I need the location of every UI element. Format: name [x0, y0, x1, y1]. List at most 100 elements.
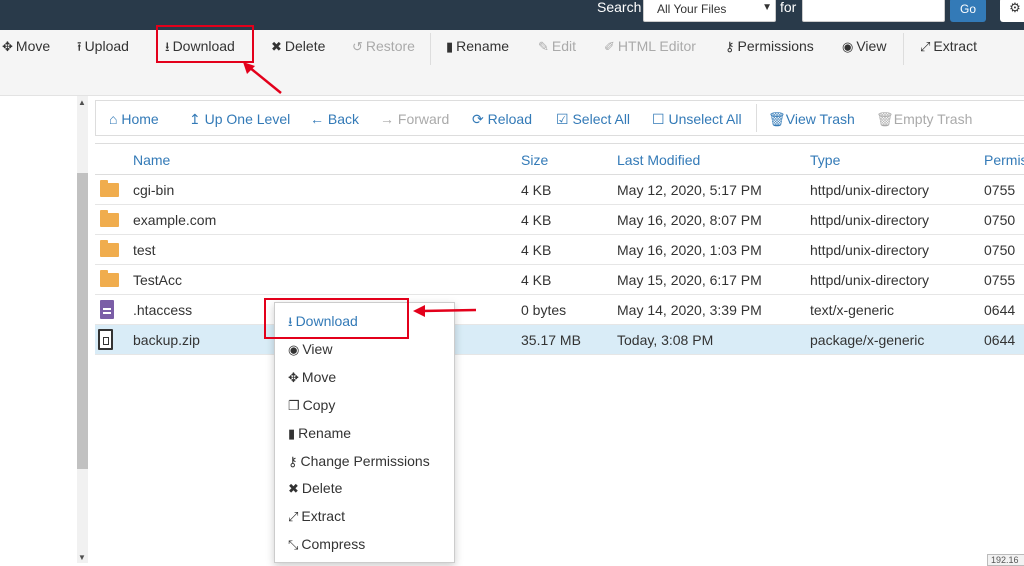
- up-one-level-label: Up One Level: [204, 111, 291, 127]
- move-button[interactable]: ✥ Move: [2, 38, 50, 55]
- context-extract[interactable]: ⤢ Extract: [288, 508, 345, 525]
- html-editor-icon: ✐: [604, 39, 615, 54]
- chevron-down-icon: ▼: [762, 2, 772, 13]
- view-trash-link[interactable]: 🗑View Trash: [768, 111, 855, 128]
- back-label: Back: [327, 111, 360, 127]
- extract-button[interactable]: ⤢ Extract: [920, 38, 977, 55]
- navigation-bar: ⌂ Home ↥ Up One Level ← Back → Forward ⟳…: [95, 100, 1024, 136]
- edit-label: Edit: [551, 38, 577, 54]
- compress-icon: ⤡: [288, 537, 299, 552]
- delete-label: Delete: [284, 38, 326, 54]
- rename-button[interactable]: ▮ Rename: [446, 38, 509, 55]
- delete-icon: ✖: [271, 39, 282, 54]
- settings-button[interactable]: ⚙: [1000, 0, 1024, 22]
- table-row[interactable]: test 4 KB May 16, 2020, 1:03 PM httpd/un…: [95, 235, 1024, 265]
- file-permissions: 0755: [984, 182, 1016, 198]
- file-size: 4 KB: [521, 242, 552, 258]
- file-name: TestAcc: [133, 272, 183, 288]
- file-type: httpd/unix-directory: [810, 242, 930, 258]
- select-all-link[interactable]: ☑ Select All: [556, 111, 630, 128]
- folder-icon: [100, 180, 119, 197]
- search-label: Search: [597, 0, 642, 15]
- column-header-type[interactable]: Type: [810, 152, 840, 168]
- arrow-annotation-icon: [243, 62, 282, 94]
- view-button[interactable]: ◉ View: [842, 38, 886, 55]
- level-up-icon: ↥: [189, 111, 201, 127]
- scroll-down-icon[interactable]: ▼: [78, 553, 86, 562]
- table-row[interactable]: example.com 4 KB May 16, 2020, 8:07 PM h…: [95, 205, 1024, 235]
- html-editor-label: HTML Editor: [617, 38, 696, 54]
- context-rename[interactable]: ▮ Rename: [288, 425, 351, 442]
- select-all-label: Select All: [572, 111, 631, 127]
- file-size: 35.17 MB: [521, 332, 581, 348]
- table-row[interactable]: .htaccess 0 bytes May 14, 2020, 3:39 PM …: [95, 295, 1024, 325]
- search-scope-select[interactable]: All Your Files ▼: [643, 0, 776, 22]
- key-icon: ⚷: [288, 454, 298, 469]
- file-size: 4 KB: [521, 212, 552, 228]
- go-button[interactable]: Go: [950, 0, 986, 22]
- permissions-button[interactable]: ⚷ Permissions: [725, 38, 814, 55]
- context-move-label: Move: [301, 369, 337, 385]
- unselect-all-link[interactable]: ☐ Unselect All: [652, 111, 742, 128]
- status-tooltip: 192.16: [987, 554, 1024, 566]
- file-permissions: 0755: [984, 272, 1016, 288]
- context-compress[interactable]: ⤡ Compress: [288, 536, 365, 553]
- context-delete[interactable]: ✖ Delete: [288, 480, 342, 497]
- back-link[interactable]: ← Back: [310, 111, 359, 127]
- forward-label: Forward: [397, 111, 450, 127]
- directory-tree[interactable]: [0, 96, 88, 563]
- context-compress-label: Compress: [301, 536, 366, 552]
- empty-trash-label: Empty Trash: [893, 111, 973, 127]
- for-label: for: [780, 0, 797, 15]
- unselect-all-label: Unselect All: [668, 111, 742, 127]
- column-header-last-modified[interactable]: Last Modified: [617, 152, 700, 168]
- pencil-icon: ✎: [538, 39, 549, 54]
- file-permissions: 0644: [984, 302, 1016, 318]
- edit-button[interactable]: ✎ Edit: [538, 38, 576, 55]
- home-link[interactable]: ⌂ Home: [109, 111, 159, 127]
- search-input[interactable]: [802, 0, 945, 22]
- file-size: 4 KB: [521, 272, 552, 288]
- context-copy[interactable]: ❐ Copy: [288, 397, 335, 414]
- scroll-up-icon[interactable]: ▲: [78, 98, 86, 107]
- eye-icon: ◉: [842, 39, 854, 54]
- view-trash-label: View Trash: [785, 111, 855, 127]
- tree-scroll-thumb[interactable]: [77, 173, 88, 469]
- file-name: backup.zip: [133, 332, 200, 348]
- file-type: text/x-generic: [810, 302, 895, 318]
- table-row[interactable]: cgi-bin 4 KB May 12, 2020, 5:17 PM httpd…: [95, 175, 1024, 205]
- file-modified: May 14, 2020, 3:39 PM: [617, 302, 762, 318]
- trash-icon: 🗑: [768, 111, 786, 127]
- context-change-permissions[interactable]: ⚷ Change Permissions: [288, 453, 430, 470]
- up-one-level-link[interactable]: ↥ Up One Level: [189, 111, 290, 128]
- table-row-selected[interactable]: backup.zip 35.17 MB Today, 3:08 PM packa…: [95, 325, 1024, 355]
- context-download-highlight: [264, 298, 409, 339]
- delete-button[interactable]: ✖ Delete: [271, 38, 325, 55]
- delete-icon: ✖: [288, 481, 299, 496]
- view-label: View: [856, 38, 887, 54]
- forward-link[interactable]: → Forward: [380, 111, 449, 127]
- context-delete-label: Delete: [301, 480, 343, 496]
- file-size: 4 KB: [521, 182, 552, 198]
- column-header-permissions[interactable]: Permis: [984, 152, 1024, 168]
- extract-label: Extract: [933, 38, 977, 54]
- home-label: Home: [121, 111, 159, 127]
- restore-button[interactable]: ↺ Restore: [352, 38, 415, 55]
- upload-button[interactable]: ⭱ Upload: [77, 38, 129, 60]
- empty-trash-link[interactable]: 🗑Empty Trash: [876, 111, 972, 128]
- rename-label: Rename: [456, 38, 510, 54]
- reload-link[interactable]: ⟳ Reload: [472, 111, 532, 128]
- arrow-right-icon: →: [380, 111, 394, 127]
- upload-label: Upload: [84, 38, 129, 54]
- context-move[interactable]: ✥ Move: [288, 369, 336, 386]
- file-name: .htaccess: [133, 302, 193, 318]
- arrow-left-icon: ←: [310, 111, 324, 127]
- toolbar: ✥ Move ⭱ Upload ⭳ Download ✖ Delete ↺ Restore…: [0, 30, 1024, 96]
- reload-label: Reload: [487, 111, 532, 127]
- column-header-size[interactable]: Size: [521, 152, 548, 168]
- context-view[interactable]: ◉ View: [288, 341, 332, 358]
- column-header-name[interactable]: Name: [133, 152, 170, 168]
- html-editor-button[interactable]: ✐ HTML Editor: [604, 38, 696, 55]
- table-row[interactable]: TestAcc 4 KB May 15, 2020, 6:17 PM httpd…: [95, 265, 1024, 295]
- square-icon: ☐: [652, 111, 665, 127]
